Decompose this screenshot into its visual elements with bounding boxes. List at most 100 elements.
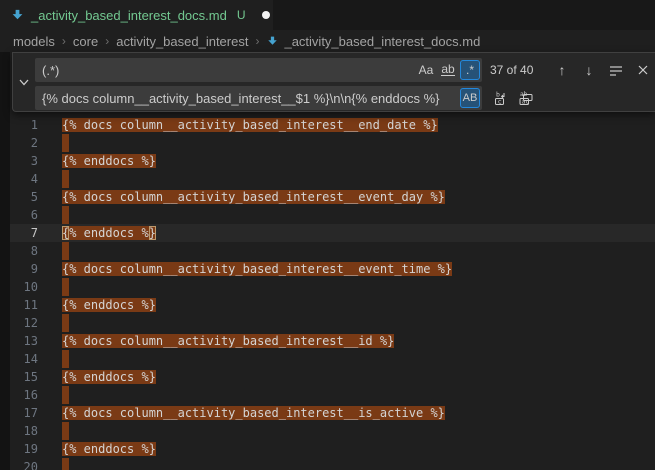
breadcrumb: models › core › activity_based_interest … xyxy=(0,30,655,52)
find-match-highlight[interactable]: {% enddocs %} xyxy=(62,154,156,168)
find-match-highlight[interactable]: {% enddocs %} xyxy=(62,370,156,384)
previous-match-button[interactable]: ↑ xyxy=(552,60,572,80)
line-number: 16 xyxy=(10,388,38,402)
code-line[interactable]: 3 {% enddocs %} xyxy=(10,152,655,170)
empty-line-match-highlight xyxy=(62,170,69,188)
line-number: 4 xyxy=(10,172,38,186)
empty-line-match-highlight xyxy=(62,458,69,470)
code-line[interactable]: 6 xyxy=(10,206,655,224)
code-line[interactable]: 18 xyxy=(10,422,655,440)
find-replace-widget: Aa ab .* 37 of 40 ↑ ↓ xyxy=(12,52,655,112)
line-number: 11 xyxy=(10,298,38,312)
breadcrumb-item-file[interactable]: _activity_based_interest_docs.md xyxy=(266,34,480,49)
chevron-right-icon: › xyxy=(62,34,66,48)
markdown-file-icon xyxy=(266,35,279,48)
find-match-highlight[interactable]: {% docs column__activity_based_interest_… xyxy=(62,334,394,348)
find-nav-buttons: ↑ ↓ xyxy=(552,60,653,80)
code-line[interactable]: 8 xyxy=(10,242,655,260)
git-status-badge: U xyxy=(237,8,246,22)
editor-pane: 1 {% docs column__activity_based_interest… xyxy=(0,52,655,470)
find-match-highlight[interactable]: {% docs column__activity_based_interest_… xyxy=(62,262,452,276)
line-number: 19 xyxy=(10,442,38,456)
match-case-toggle[interactable]: Aa xyxy=(416,60,436,80)
line-number: 7 xyxy=(10,226,38,240)
breadcrumb-item-core[interactable]: core xyxy=(73,34,98,49)
code-line[interactable]: 11 {% enddocs %} xyxy=(10,296,655,314)
line-number: 9 xyxy=(10,262,38,276)
find-widget-rows: Aa ab .* 37 of 40 ↑ ↓ xyxy=(35,53,655,111)
whole-word-toggle[interactable]: ab xyxy=(438,60,458,80)
close-find-widget-button[interactable] xyxy=(633,60,653,80)
find-input-wrap: Aa ab .* xyxy=(35,58,482,82)
line-number: 8 xyxy=(10,244,38,258)
breadcrumb-item-activity-based-interest[interactable]: activity_based_interest xyxy=(116,34,248,49)
replace-icon: b c xyxy=(493,90,509,106)
code-line[interactable]: 9 {% docs column__activity_based_interest… xyxy=(10,260,655,278)
code-line[interactable]: 16 xyxy=(10,386,655,404)
find-match-highlight[interactable]: {% enddocs %} xyxy=(62,298,156,312)
replace-row: AB b c ab xyxy=(35,86,655,110)
line-number: 15 xyxy=(10,370,38,384)
find-options: Aa ab .* xyxy=(416,60,480,80)
code-line[interactable]: 17 {% docs column__activity_based_interes… xyxy=(10,404,655,422)
close-icon xyxy=(637,64,649,76)
editor-lines: 1 {% docs column__activity_based_interest… xyxy=(10,116,655,470)
svg-text:c: c xyxy=(498,97,502,105)
line-number: 10 xyxy=(10,280,38,294)
find-input[interactable] xyxy=(35,58,482,82)
preserve-case-toggle[interactable]: AB xyxy=(460,88,480,108)
code-line[interactable]: 15 {% enddocs %} xyxy=(10,368,655,386)
line-number: 20 xyxy=(10,460,38,470)
code-line[interactable]: 13 {% docs column__activity_based_interes… xyxy=(10,332,655,350)
line-number: 13 xyxy=(10,334,38,348)
empty-line-match-highlight xyxy=(62,350,69,368)
line-number: 6 xyxy=(10,208,38,222)
empty-line-match-highlight xyxy=(62,206,69,224)
line-number: 17 xyxy=(10,406,38,420)
line-number: 12 xyxy=(10,316,38,330)
unsaved-changes-dot[interactable] xyxy=(262,11,270,19)
arrow-down-icon: ↓ xyxy=(586,62,593,78)
find-match-highlight[interactable]: {% docs column__activity_based_interest_… xyxy=(62,406,445,420)
line-number: 18 xyxy=(10,424,38,438)
replace-input[interactable] xyxy=(35,86,482,110)
code-line[interactable]: 14 xyxy=(10,350,655,368)
empty-line-match-highlight xyxy=(62,422,69,440)
code-line[interactable]: 12 xyxy=(10,314,655,332)
code-line[interactable]: 1 {% docs column__activity_based_interest… xyxy=(10,116,655,134)
find-match-highlight[interactable]: {% enddocs %} xyxy=(62,442,156,456)
replace-one-button[interactable]: b c xyxy=(491,88,511,108)
replace-all-button[interactable]: ab ac xyxy=(516,88,536,108)
regex-toggle[interactable]: .* xyxy=(460,60,480,80)
svg-text:ac: ac xyxy=(522,98,530,105)
chevron-down-icon xyxy=(18,76,30,88)
bracket-match-close[interactable]: } xyxy=(149,226,156,240)
next-match-button[interactable]: ↓ xyxy=(579,60,599,80)
replace-options: AB xyxy=(460,88,480,108)
empty-line-match-highlight xyxy=(62,242,69,260)
find-match-highlight[interactable]: % enddocs % xyxy=(69,226,148,240)
tab-bar: _activity_based_interest_docs.md U xyxy=(0,0,655,30)
find-match-highlight[interactable]: {% docs column__activity_based_interest_… xyxy=(62,118,438,132)
line-number: 5 xyxy=(10,190,38,204)
code-line[interactable]: 10 xyxy=(10,278,655,296)
find-in-selection-button[interactable] xyxy=(606,60,626,80)
code-line[interactable]: 20 xyxy=(10,458,655,470)
code-line[interactable]: 4 xyxy=(10,170,655,188)
bracket-match-open[interactable]: { xyxy=(62,226,69,240)
line-number: 3 xyxy=(10,154,38,168)
toggle-replace-button[interactable] xyxy=(13,53,35,111)
line-number: 1 xyxy=(10,118,38,132)
chevron-right-icon: › xyxy=(105,34,109,48)
find-row: Aa ab .* 37 of 40 ↑ ↓ xyxy=(35,58,655,82)
editor-tab[interactable]: _activity_based_interest_docs.md U xyxy=(0,0,273,30)
empty-line-match-highlight xyxy=(62,386,69,404)
code-line[interactable]: 5 {% docs column__activity_based_interest… xyxy=(10,188,655,206)
code-line[interactable]: 19 {% enddocs %} xyxy=(10,440,655,458)
find-match-highlight[interactable]: {% docs column__activity_based_interest_… xyxy=(62,190,445,204)
code-line[interactable]: 2 xyxy=(10,134,655,152)
chevron-right-icon: › xyxy=(255,34,259,48)
selection-icon xyxy=(609,64,623,77)
code-line-current[interactable]: 7 {% enddocs %} xyxy=(10,224,655,242)
breadcrumb-item-models[interactable]: models xyxy=(13,34,55,49)
